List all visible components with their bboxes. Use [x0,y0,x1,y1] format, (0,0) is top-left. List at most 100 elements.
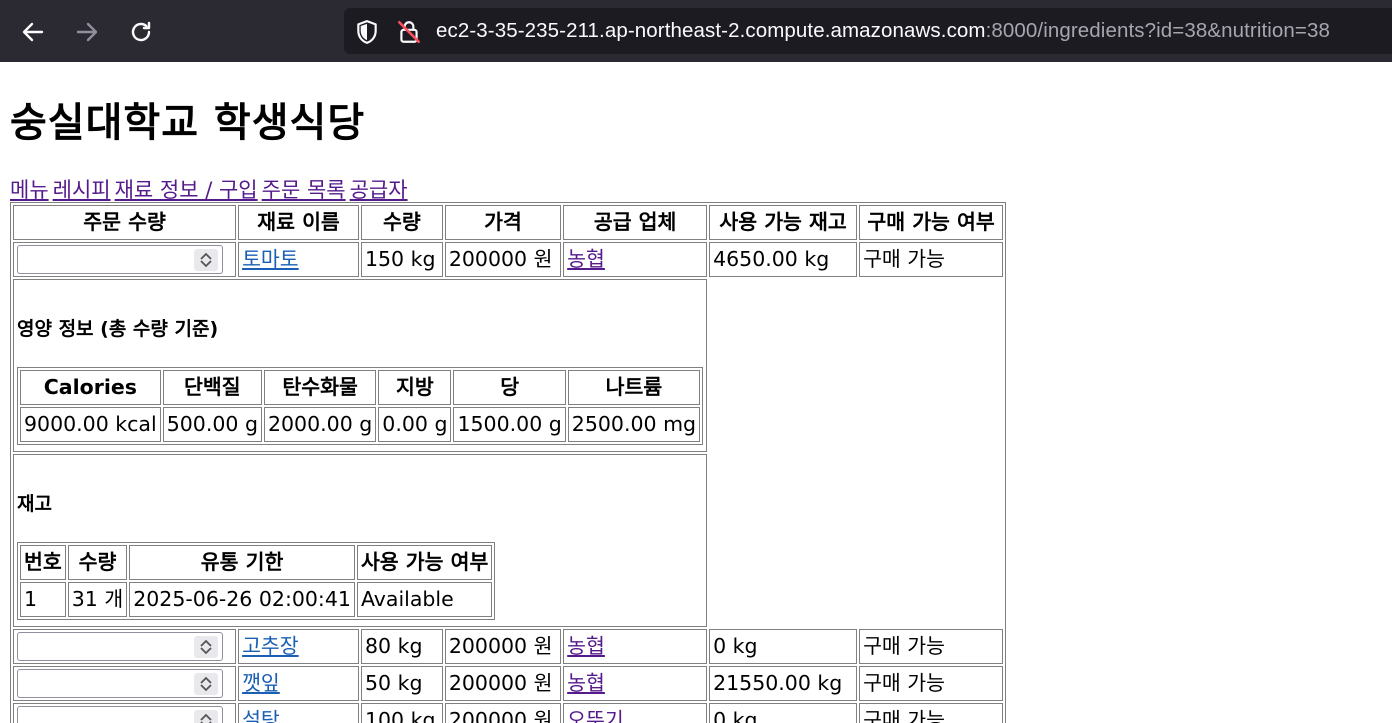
col-header-price: 가격 [444,205,562,240]
order-qty-input[interactable] [17,632,223,661]
qty-spinner[interactable] [194,673,218,695]
col-header-supplier: 공급 업체 [563,205,708,240]
col-header-name: 재료 이름 [238,205,359,240]
main-nav: 메뉴 레시피 재료 정보 / 구입 주문 목록 공급자 [10,174,412,204]
nutrition-detail-row: 영양 정보 (총 수량 기준) Calories 단백질 탄수화물 지방 당 나… [13,279,1003,452]
spinner-up-icon[interactable] [200,713,212,721]
inventory-panel: 재고 번호 수량 유통 기한 사용 가능 여부 1 31 개 2025-06-2… [13,454,708,627]
inventory-status: Available [356,582,493,617]
status-cell: 구매 가능 [859,666,1004,701]
page-content: 숭실대학교 학생식당 메뉴 레시피 재료 정보 / 구입 주문 목록 공급자 주문 수량… [0,62,1392,723]
order-qty-cell [13,242,237,277]
spinner-up-icon[interactable] [200,676,212,684]
tracking-protection-shield-icon[interactable] [354,19,380,45]
ingredients-table: 주문 수량 재료 이름 수량 가격 공급 업체 사용 가능 재고 구매 가능 여… [10,202,1007,723]
inventory-no: 1 [20,582,66,617]
order-qty-input[interactable] [17,706,223,723]
order-qty-cell [13,703,237,723]
qty-spinner[interactable] [194,636,218,658]
forward-button[interactable] [69,14,105,50]
nutrition-heading: 영양 정보 (총 수량 기준) [17,318,219,340]
nutrition-value-row: 9000.00 kcal 500.00 g 2000.00 g 0.00 g 1… [20,407,701,442]
inventory-header-status: 사용 가능 여부 [356,545,493,580]
qty-spinner[interactable] [194,710,218,723]
table-row: 토마토 150 kg 200000 원 농협 4650.00 kg 구매 가능 [13,242,1004,277]
col-header-stock: 사용 가능 재고 [709,205,858,240]
inventory-row: 1 31 개 2025-06-26 02:00:41 Available [20,582,493,617]
nutrition-value-protein: 500.00 g [162,407,262,442]
nutrition-header-row: Calories 단백질 탄수화물 지방 당 나트륨 [20,370,701,405]
order-qty-input[interactable] [17,669,223,698]
spinner-up-icon[interactable] [200,252,212,260]
inventory-heading: 재고 [17,493,52,515]
price-cell: 200000 원 [444,242,562,277]
forward-arrow-icon [76,22,98,42]
qty-cell: 100 kg [360,703,443,723]
nutrition-header-calories: Calories [20,370,161,405]
supplier-link[interactable]: 농협 [567,671,605,695]
nutrition-value-sodium: 2500.00 mg [567,407,701,442]
nav-link-orders[interactable]: 주문 목록 [262,178,346,202]
supplier-link[interactable]: 농협 [567,634,605,658]
url-text[interactable]: ec2-3-35-235-211.ap-northeast-2.compute.… [436,19,1330,43]
insecure-lock-icon[interactable] [396,19,422,45]
supplier-link[interactable]: 농협 [567,247,605,271]
supplier-cell: 농협 [563,629,708,664]
status-cell: 구매 가능 [859,629,1004,664]
reload-icon [131,21,151,42]
ingredient-name-cell: 고추장 [238,629,359,664]
nav-link-suppliers[interactable]: 공급자 [350,178,408,202]
table-row: 설탕 100 kg 200000 원 오뚜기 0 kg 구매 가능 [13,703,1004,723]
stock-cell: 0 kg [709,629,858,664]
table-row: 고추장 80 kg 200000 원 농협 0 kg 구매 가능 [13,629,1004,664]
spinner-up-icon[interactable] [200,639,212,647]
reload-button[interactable] [123,14,159,50]
supplier-link[interactable]: 오뚜기 [567,708,624,723]
url-path: :8000/ingredients?id=38&nutrition=38 [985,19,1331,42]
supplier-cell: 농협 [563,666,708,701]
spinner-down-icon[interactable] [200,260,212,268]
nutrition-value-sugar: 1500.00 g [453,407,566,442]
inventory-header-no: 번호 [20,545,66,580]
nutrition-value-calories: 9000.00 kcal [20,407,161,442]
ingredient-link[interactable]: 고추장 [242,634,299,658]
order-qty-cell [13,666,237,701]
inventory-detail-row: 재고 번호 수량 유통 기한 사용 가능 여부 1 31 개 2025-06-2… [13,454,1003,627]
nav-link-menu[interactable]: 메뉴 [10,178,49,202]
col-header-qty: 수량 [360,205,443,240]
address-bar[interactable]: ec2-3-35-235-211.ap-northeast-2.compute.… [344,8,1392,54]
qty-spinner[interactable] [194,249,218,271]
ingredient-link[interactable]: 깻잎 [242,671,280,695]
ingredient-link[interactable]: 토마토 [242,247,299,271]
nutrition-header-protein: 단백질 [162,370,262,405]
nutrition-value-fat: 0.00 g [378,407,452,442]
nutrition-header-fat: 지방 [378,370,452,405]
price-cell: 200000 원 [444,629,562,664]
back-arrow-icon [22,22,44,42]
ingredient-link[interactable]: 설탕 [242,708,280,723]
inventory-table: 번호 수량 유통 기한 사용 가능 여부 1 31 개 2025-06-26 0… [17,542,496,620]
table-row: 깻잎 50 kg 200000 원 농협 21550.00 kg 구매 가능 [13,666,1004,701]
qty-cell: 50 kg [360,666,443,701]
nutrition-table: Calories 단백질 탄수화물 지방 당 나트륨 9000.00 kcal … [17,367,704,445]
status-cell: 구매 가능 [859,703,1004,723]
qty-cell: 150 kg [360,242,443,277]
nav-link-recipe[interactable]: 레시피 [53,178,111,202]
ingredient-name-cell: 설탕 [238,703,359,723]
ingredient-name-cell: 깻잎 [238,666,359,701]
nav-link-ingredients[interactable]: 재료 정보 / 구입 [115,178,258,202]
url-host: ec2-3-35-235-211.ap-northeast-2.compute.… [436,19,986,42]
page-title: 숭실대학교 학생식당 [10,100,366,146]
price-cell: 200000 원 [444,703,562,723]
ingredient-name-cell: 토마토 [238,242,359,277]
supplier-cell: 농협 [563,242,708,277]
spinner-down-icon[interactable] [200,684,212,692]
col-header-status: 구매 가능 여부 [859,205,1004,240]
spinner-down-icon[interactable] [200,647,212,655]
inventory-header-expiry: 유통 기한 [129,545,355,580]
order-qty-input[interactable] [17,245,223,274]
back-button[interactable] [15,14,51,50]
qty-cell: 80 kg [360,629,443,664]
nutrition-header-sodium: 나트륨 [567,370,701,405]
nutrition-value-carbs: 2000.00 g [263,407,377,442]
